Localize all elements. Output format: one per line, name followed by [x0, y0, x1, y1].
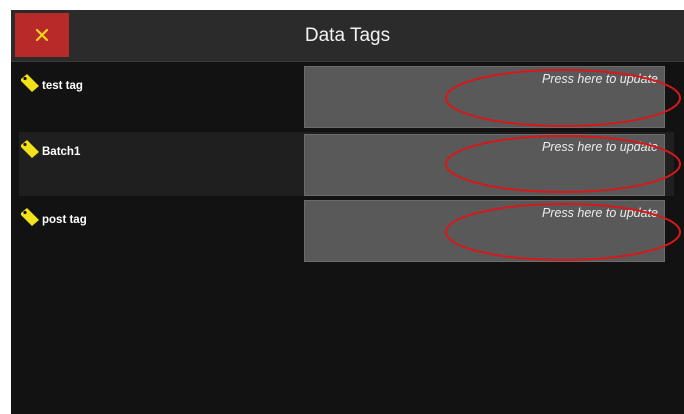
- update-button-test-tag[interactable]: Press here to update: [304, 66, 665, 128]
- update-button-label: Press here to update: [541, 72, 658, 86]
- tag-name: post tag: [42, 214, 87, 226]
- tag-label: Batch1: [19, 138, 80, 160]
- tag-icon: [21, 140, 39, 158]
- close-button[interactable]: [15, 13, 69, 57]
- header-bar: Data Tags: [11, 10, 684, 62]
- tag-name: test tag: [42, 80, 83, 92]
- update-button-batch1[interactable]: Press here to update: [304, 134, 665, 196]
- tag-name: Batch1: [42, 146, 81, 158]
- tag-label: test tag: [19, 72, 83, 94]
- tag-icon: [21, 208, 39, 226]
- page-title: Data Tags: [304, 25, 391, 46]
- update-button-label: Press here to update: [541, 140, 658, 154]
- data-tags-screen: Data Tags test tag Press here to update: [11, 10, 684, 414]
- tag-row-post-tag: post tag Press here to update: [19, 200, 674, 264]
- update-button-label: Press here to update: [541, 206, 658, 220]
- close-icon: [35, 28, 49, 42]
- tag-label: post tag: [19, 206, 87, 228]
- tag-row-batch1: Batch1 Press here to update: [19, 132, 674, 196]
- tag-icon: [21, 74, 39, 92]
- update-button-post-tag[interactable]: Press here to update: [304, 200, 665, 262]
- tag-row-test-tag: test tag Press here to update: [19, 66, 674, 130]
